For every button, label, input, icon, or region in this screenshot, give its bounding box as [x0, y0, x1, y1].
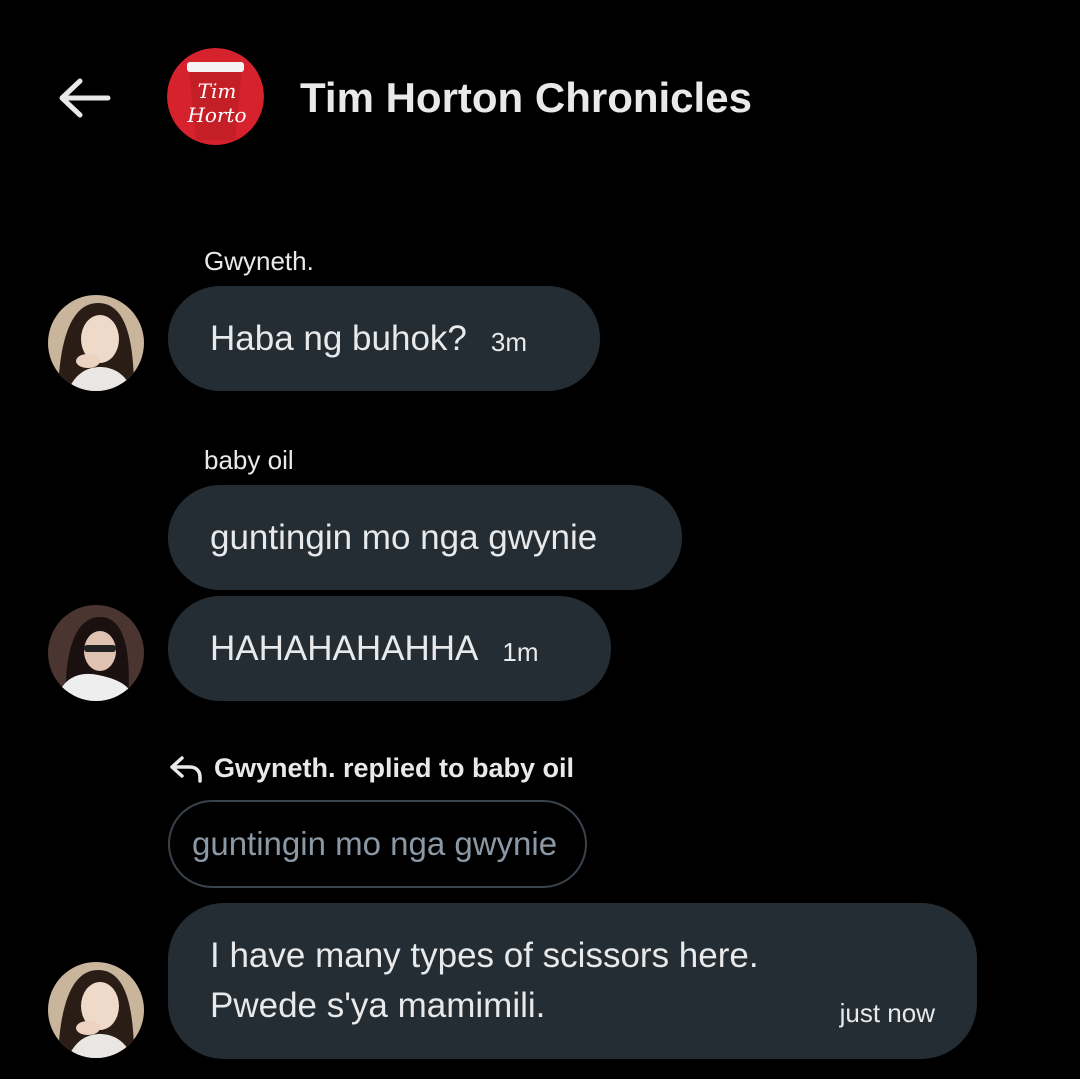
message-bubble[interactable]: Haba ng buhok? 3m — [168, 286, 600, 391]
message-text: Haba ng buhok? — [210, 318, 467, 358]
message-time: 1m — [502, 637, 539, 667]
reply-label: Gwyneth. replied to baby oil — [214, 752, 575, 783]
avatar-gwyneth[interactable] — [48, 295, 144, 391]
message-bubble[interactable]: HAHAHAHAHHA 1m — [168, 596, 611, 701]
reply-indicator: Gwyneth. replied to baby oil — [168, 752, 574, 784]
message-text: guntingin mo nga gwynie — [210, 517, 598, 557]
avatar-gwyneth[interactable] — [48, 962, 144, 1058]
message-time: just now — [839, 998, 935, 1028]
message-text: HAHAHAHAHHA — [210, 628, 479, 668]
quoted-text: guntingin mo nga gwynie — [192, 825, 558, 862]
message-text-line: Pwede s'ya mamimili. — [210, 986, 546, 1025]
svg-text:Tim: Tim — [198, 79, 237, 103]
reply-icon — [170, 756, 202, 783]
message-bubble[interactable]: I have many types of scissors here. Pwed… — [168, 903, 977, 1059]
group-avatar[interactable]: Tim Horto — [167, 48, 264, 145]
message-bubble[interactable]: guntingin mo nga gwynie — [168, 485, 682, 590]
avatar-photo — [48, 962, 144, 1058]
avatar-baby-oil[interactable] — [48, 605, 144, 701]
avatar-photo — [48, 295, 144, 391]
arrow-left-icon — [59, 78, 111, 118]
quoted-message[interactable]: guntingin mo nga gwynie — [168, 800, 587, 888]
back-button[interactable] — [52, 70, 116, 126]
message-text-line: I have many types of scissors here. — [210, 936, 759, 975]
tim-hortons-logo: Tim Horto — [167, 48, 264, 145]
avatar-photo — [48, 605, 144, 701]
chat-title: Tim Horton Chronicles — [300, 74, 752, 121]
sender-name: Gwyneth. — [204, 246, 314, 276]
sender-name: baby oil — [204, 445, 294, 475]
svg-text:Horto: Horto — [186, 103, 246, 127]
message-time: 3m — [490, 327, 528, 357]
